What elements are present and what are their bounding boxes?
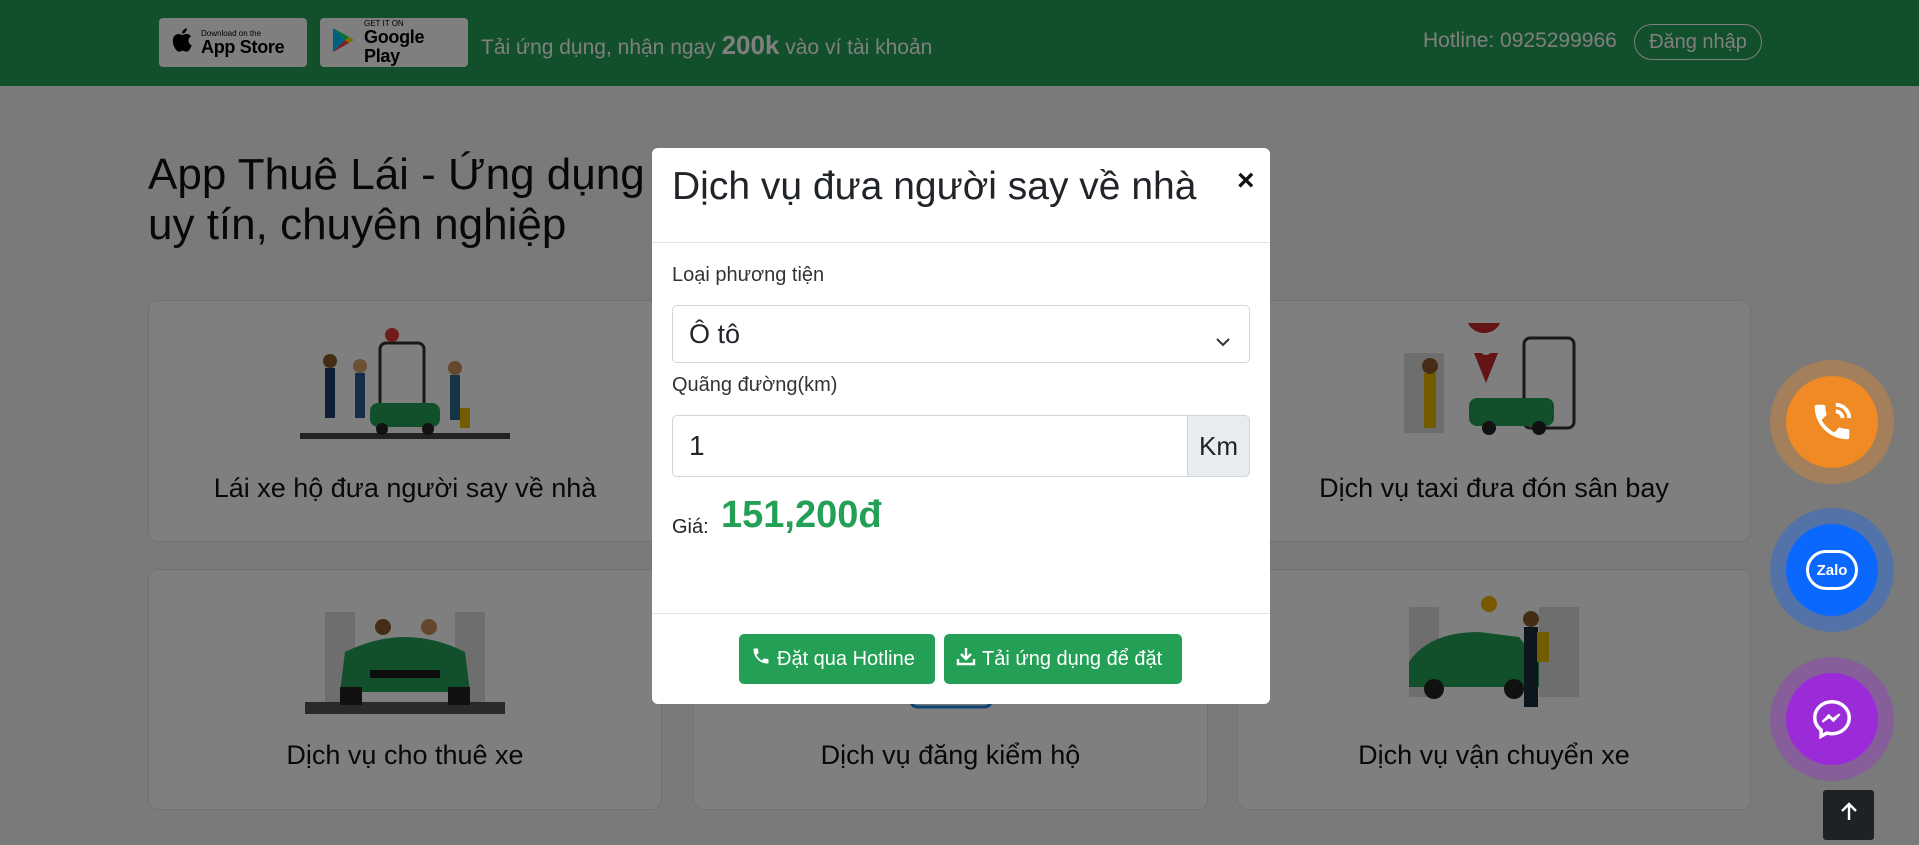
- distance-input-group: 1 Km: [672, 415, 1250, 477]
- price-label: Giá:: [672, 516, 709, 538]
- modal-header: Dịch vụ đưa người say về nhà ×: [652, 148, 1270, 243]
- messenger-fab[interactable]: [1770, 657, 1894, 781]
- download-app-button[interactable]: Tải ứng dụng để đặt: [944, 634, 1182, 684]
- service-modal: Dịch vụ đưa người say về nhà × Loại phươ…: [652, 148, 1270, 704]
- close-icon[interactable]: ×: [1237, 164, 1255, 198]
- modal-footer: Đặt qua Hotline Tải ứng dụng để đặt: [652, 613, 1270, 704]
- modal-title: Dịch vụ đưa người say về nhà: [672, 165, 1197, 208]
- vehicle-type-value: Ô tô: [689, 318, 741, 349]
- book-hotline-button[interactable]: Đặt qua Hotline: [739, 634, 935, 684]
- call-fab[interactable]: [1770, 360, 1894, 484]
- chevron-down-icon: [1215, 326, 1231, 357]
- vehicle-type-select[interactable]: Ô tô: [672, 305, 1250, 363]
- book-hotline-label: Đặt qua Hotline: [777, 647, 915, 670]
- phone-icon: [751, 646, 771, 672]
- messenger-icon: [1786, 673, 1878, 765]
- arrow-up-icon: [1840, 802, 1858, 828]
- zalo-text: Zalo: [1806, 550, 1858, 590]
- download-icon: [956, 646, 976, 672]
- phone-call-icon: [1786, 376, 1878, 468]
- distance-label: Quãng đường(km): [672, 374, 838, 396]
- zalo-icon: Zalo: [1786, 524, 1878, 616]
- distance-unit: Km: [1188, 415, 1250, 477]
- zalo-fab[interactable]: Zalo: [1770, 508, 1894, 632]
- distance-input[interactable]: 1: [672, 415, 1188, 477]
- download-app-label: Tải ứng dụng để đặt: [982, 647, 1163, 670]
- price-value: 151,200đ: [721, 494, 882, 536]
- scroll-to-top-button[interactable]: [1823, 790, 1874, 840]
- vehicle-type-label: Loại phương tiện: [672, 264, 825, 286]
